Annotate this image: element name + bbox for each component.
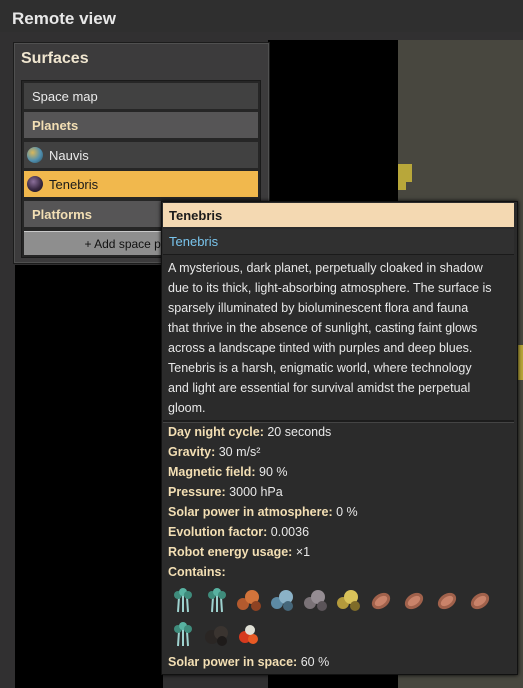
description-line: A mysterious, dark planet, perpetually c… xyxy=(168,261,483,275)
property-value: 3000 hPa xyxy=(229,485,283,499)
section-header-label: Planets xyxy=(32,117,79,133)
property-label: Gravity: xyxy=(168,445,216,459)
fossil-egg-icon xyxy=(371,592,391,610)
stone-rock-icon xyxy=(304,590,327,611)
nauvis-planet-icon xyxy=(27,147,43,163)
property-label: Day night cycle: xyxy=(168,425,264,439)
tooltip-description: A mysterious, dark planet, perpetually c… xyxy=(168,258,511,418)
list-item-label: Space map xyxy=(32,88,98,104)
property-robot-energy: Robot energy usage: ×1 xyxy=(168,542,511,562)
glow-fruit-icon xyxy=(239,625,258,644)
dark-rock-icon xyxy=(205,626,228,646)
window-title: Remote view xyxy=(12,9,116,28)
planet-item-nauvis[interactable]: Nauvis xyxy=(24,142,258,168)
surfaces-title: Surfaces xyxy=(21,50,89,67)
gold-ore-rock-icon xyxy=(337,590,360,611)
property-label: Solar power in atmosphere: xyxy=(168,505,333,519)
property-solar-atmosphere: Solar power in atmosphere: 0 % xyxy=(168,502,511,522)
description-line: and light are essential for survival ami… xyxy=(168,381,471,395)
tooltip-subtitle: Tenebris xyxy=(163,229,514,255)
property-value: 20 seconds xyxy=(267,425,332,439)
space-map-item[interactable]: Space map xyxy=(24,83,258,109)
property-label: Pressure: xyxy=(168,485,226,499)
list-item-label: Tenebris xyxy=(49,176,99,192)
description-line: due to its thick, light-absorbing atmosp… xyxy=(168,281,492,295)
tooltip-title: Tenebris xyxy=(163,203,514,227)
section-header-label: Platforms xyxy=(32,206,92,222)
planet-tooltip: Tenebris Tenebris A mysterious, dark pla… xyxy=(161,201,518,675)
fossil-egg-icon xyxy=(437,592,457,610)
property-value: ×1 xyxy=(295,545,311,559)
property-label: Robot energy usage: xyxy=(168,545,293,559)
property-evolution: Evolution factor: 0.0036 xyxy=(168,522,511,542)
iron-ore-rock-icon xyxy=(271,590,293,611)
property-value: 60 % xyxy=(300,655,330,669)
solar-power-space: Solar power in space: 60 % xyxy=(168,652,329,672)
description-line: Tenebris is a harsh, enigmatic world, wh… xyxy=(168,361,472,375)
property-label: Magnetic field: xyxy=(168,465,256,479)
property-label: Evolution factor: xyxy=(168,525,268,539)
property-value: 90 % xyxy=(259,465,288,479)
copper-ore-rock-icon xyxy=(237,590,261,611)
tenebris-planet-icon xyxy=(27,176,43,192)
description-line: gloom. xyxy=(168,401,206,415)
property-label: Solar power in space: xyxy=(168,655,298,669)
property-pressure: Pressure: 3000 hPa xyxy=(168,482,511,502)
property-value: 30 m/s² xyxy=(218,445,261,459)
map-shadow xyxy=(15,265,163,688)
fossil-egg-icon xyxy=(470,592,490,610)
fossil-egg-icon xyxy=(404,592,424,610)
bioluminescent-tree-icon xyxy=(174,588,192,613)
bioluminescent-tree-icon xyxy=(174,622,192,647)
planets-header: Planets xyxy=(24,112,258,138)
property-day-night: Day night cycle: 20 seconds xyxy=(168,422,511,442)
description-line: that thrive in the absence of sunlight, … xyxy=(168,321,478,335)
description-line: across a landscape tinted with purples a… xyxy=(168,341,473,355)
planet-properties: Day night cycle: 20 seconds Gravity: 30 … xyxy=(168,422,511,562)
planet-item-tenebris[interactable]: Tenebris xyxy=(24,171,258,197)
property-gravity: Gravity: 30 m/s² xyxy=(168,442,511,462)
map-entity-marker xyxy=(398,180,406,190)
property-value: 0 % xyxy=(336,505,358,519)
contains-label: Contains: xyxy=(168,565,226,579)
property-value: 0.0036 xyxy=(270,525,310,539)
bioluminescent-tree-icon xyxy=(208,588,226,613)
list-item-label: Nauvis xyxy=(49,147,89,163)
description-line: sparsely illuminated by bioluminescent f… xyxy=(168,301,469,315)
property-magnetic-field: Magnetic field: 90 % xyxy=(168,462,511,482)
